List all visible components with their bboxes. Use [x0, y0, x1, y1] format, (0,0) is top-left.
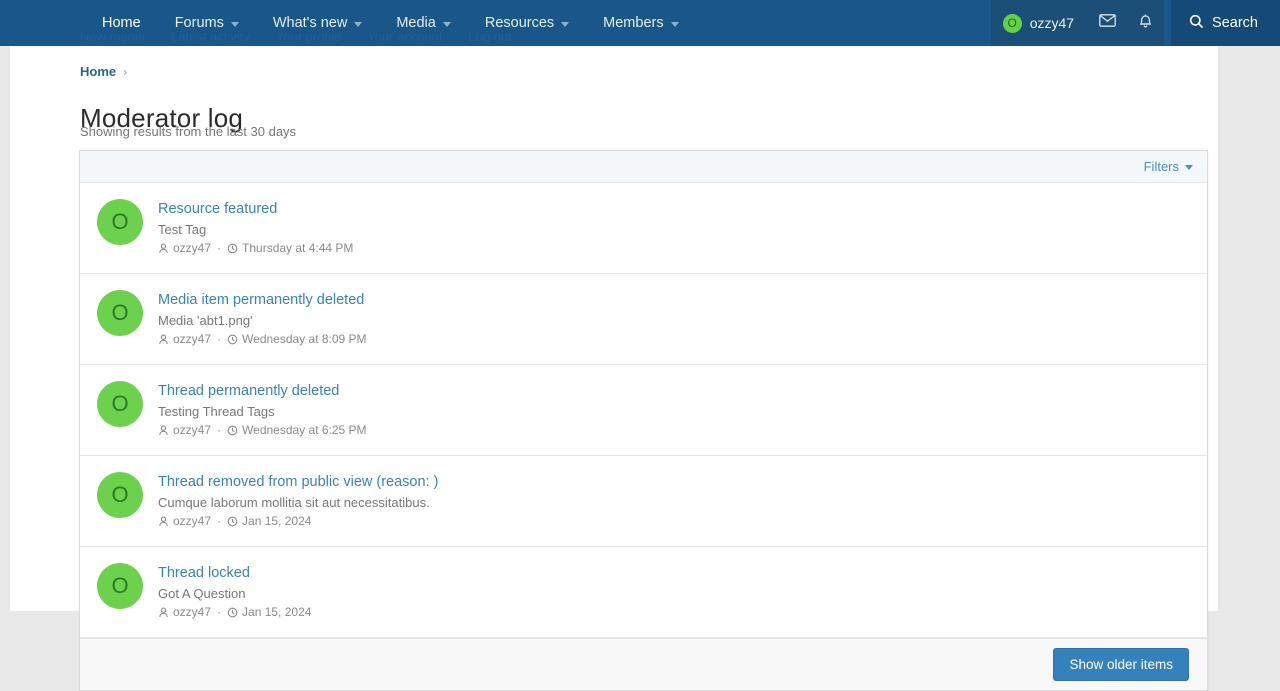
log-entry-timestamp: Thursday at 4:44 PM [242, 241, 353, 256]
log-entry-meta: ozzy47 · Wednesday at 6:25 PM [158, 423, 367, 438]
avatar[interactable]: O [97, 290, 143, 336]
log-entry-meta: ozzy47 · Jan 15, 2024 [158, 605, 311, 620]
log-entry-timestamp: Wednesday at 8:09 PM [242, 332, 367, 347]
breadcrumb-item-home[interactable]: Home [80, 64, 116, 79]
nav-right-group: O ozzy47 [991, 0, 1280, 46]
clock-icon [227, 334, 238, 345]
block-filter-bar: Filters [80, 151, 1207, 183]
meta-separator: · [217, 605, 221, 620]
user-icon [158, 243, 169, 254]
log-entry-timestamp: Wednesday at 6:25 PM [242, 423, 367, 438]
log-entry-title[interactable]: Thread removed from public view (reason:… [158, 473, 438, 491]
clock-icon [227, 425, 238, 436]
nav-item-resources[interactable]: Resources [468, 0, 586, 46]
log-entry-body: Media item permanently deleted Media 'abt… [158, 290, 367, 347]
log-entry-row[interactable]: O Thread locked Got A Question ozzy47 · Jan 1… [80, 547, 1207, 638]
avatar[interactable]: O [97, 472, 143, 518]
log-entry-user[interactable]: ozzy47 [173, 605, 211, 620]
log-entry-body: Thread removed from public view (reason:… [158, 472, 438, 529]
nav-item-label: Media [396, 16, 436, 31]
main-nav-list: Home Forums What's new Media Resources Member… [85, 0, 696, 46]
page-subtitle: Showing results from the last 30 days [80, 124, 296, 139]
nav-item-label: Members [603, 16, 663, 31]
nav-item-members[interactable]: Members [586, 0, 695, 46]
nav-item-forums[interactable]: Forums [158, 0, 256, 46]
search-icon [1189, 14, 1204, 33]
nav-item-what-s-new[interactable]: What's new [256, 0, 380, 46]
filters-label: Filters [1144, 159, 1179, 174]
breadcrumb: Home › [80, 64, 127, 79]
log-entry-title[interactable]: Media item permanently deleted [158, 291, 367, 309]
alerts-button[interactable] [1126, 0, 1164, 46]
nav-item-label: What's new [273, 16, 348, 31]
log-entry-meta: ozzy47 · Jan 15, 2024 [158, 514, 438, 529]
nav-item-label: Forums [175, 16, 224, 31]
user-icon [158, 425, 169, 436]
meta-separator: · [217, 241, 221, 256]
meta-separator: · [217, 332, 221, 347]
moderator-log-block: Filters O Resource featured Test Tag ozzy47… [79, 150, 1208, 691]
avatar: O [1003, 14, 1022, 33]
bell-icon [1138, 13, 1153, 34]
avatar[interactable]: O [97, 381, 143, 427]
log-entry-description: Cumque laborum mollitia sit aut necessit… [158, 494, 438, 511]
breadcrumb-separator-icon: › [123, 65, 127, 79]
nav-item-label: Home [102, 16, 141, 31]
clock-icon [227, 243, 238, 254]
page-background-right [1218, 46, 1280, 611]
chevron-down-icon [561, 22, 569, 27]
user-icon [158, 334, 169, 345]
user-menu-button[interactable]: O ozzy47 [991, 0, 1088, 46]
log-entry-meta: ozzy47 · Thursday at 4:44 PM [158, 241, 353, 256]
log-entry-row[interactable]: O Thread removed from public view (reason… [80, 456, 1207, 547]
log-entry-body: Thread permanently deleted Testing Thread… [158, 381, 367, 438]
nav-item-label: Resources [485, 16, 554, 31]
avatar[interactable]: O [97, 199, 143, 245]
user-icon [158, 516, 169, 527]
moderator-log-list: O Resource featured Test Tag ozzy47 · Thursda… [80, 183, 1207, 638]
search-button[interactable]: Search [1171, 0, 1280, 46]
log-entry-user[interactable]: ozzy47 [173, 332, 211, 347]
filters-button[interactable]: Filters [1144, 159, 1193, 174]
log-entry-description: Media 'abt1.png' [158, 312, 367, 329]
log-entry-meta: ozzy47 · Wednesday at 8:09 PM [158, 332, 367, 347]
meta-separator: · [217, 423, 221, 438]
log-entry-title[interactable]: Resource featured [158, 200, 353, 218]
log-entry-body: Thread locked Got A Question ozzy47 · Jan 15… [158, 563, 311, 620]
log-entry-description: Test Tag [158, 221, 353, 238]
inbox-button[interactable] [1088, 0, 1126, 46]
log-entry-timestamp: Jan 15, 2024 [242, 514, 311, 529]
chevron-down-icon [1185, 165, 1193, 170]
log-entry-row[interactable]: O Media item permanently deleted Media 'ab… [80, 274, 1207, 365]
meta-separator: · [217, 514, 221, 529]
log-entry-description: Testing Thread Tags [158, 403, 367, 420]
show-older-items-button[interactable]: Show older items [1053, 648, 1189, 681]
search-label: Search [1212, 15, 1258, 31]
log-entry-title[interactable]: Thread locked [158, 564, 311, 582]
log-entry-row[interactable]: O Resource featured Test Tag ozzy47 · Thursda… [80, 183, 1207, 274]
chevron-down-icon [443, 22, 451, 27]
log-entry-user[interactable]: ozzy47 [173, 514, 211, 529]
avatar[interactable]: O [97, 563, 143, 609]
log-entry-description: Got A Question [158, 585, 311, 602]
log-entry-user[interactable]: ozzy47 [173, 423, 211, 438]
chevron-down-icon [354, 22, 362, 27]
user-icon [158, 607, 169, 618]
clock-icon [227, 516, 238, 527]
envelope-icon [1099, 14, 1116, 32]
nav-item-media[interactable]: Media [379, 0, 468, 46]
nav-item-home[interactable]: Home [85, 0, 158, 46]
log-entry-user[interactable]: ozzy47 [173, 241, 211, 256]
clock-icon [227, 607, 238, 618]
chevron-down-icon [671, 22, 679, 27]
log-entry-timestamp: Jan 15, 2024 [242, 605, 311, 620]
log-entry-row[interactable]: O Thread permanently deleted Testing Threa… [80, 365, 1207, 456]
log-entry-title[interactable]: Thread permanently deleted [158, 382, 367, 400]
username-label: ozzy47 [1030, 15, 1074, 31]
top-navigation-bar: Home Forums What's new Media Resources Member… [0, 0, 1280, 46]
chevron-down-icon [231, 22, 239, 27]
block-footer: Show older items [80, 638, 1207, 690]
log-entry-body: Resource featured Test Tag ozzy47 · Thursday… [158, 199, 353, 256]
